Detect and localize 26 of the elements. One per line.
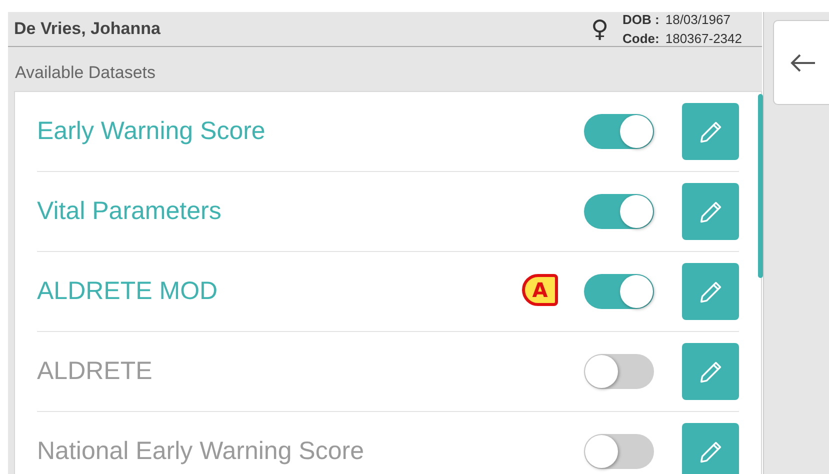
- edit-button[interactable]: [682, 423, 739, 474]
- toggle-switch[interactable]: [584, 194, 654, 229]
- dataset-name: ALDRETE: [37, 357, 152, 386]
- code-label: Code:: [622, 31, 660, 46]
- edit-button[interactable]: [682, 183, 739, 240]
- dataset-name: Early Warning Score: [37, 117, 266, 146]
- back-arrow-icon: [789, 52, 817, 72]
- toggle-switch[interactable]: [584, 434, 654, 469]
- patient-name: De Vries, Johanna: [14, 19, 162, 39]
- toggle-switch[interactable]: [584, 274, 654, 309]
- back-button[interactable]: [773, 20, 829, 105]
- dataset-name: National Early Warning Score: [37, 437, 364, 466]
- callout-marker: A: [522, 274, 558, 306]
- edit-button[interactable]: [682, 263, 739, 320]
- sex-symbol: ♀: [590, 15, 609, 43]
- dataset-name: Vital Parameters: [37, 197, 222, 226]
- scrollbar-thumb[interactable]: [758, 94, 763, 278]
- toggle-switch[interactable]: [584, 114, 654, 149]
- code-value: 180367-2342: [665, 31, 742, 46]
- dob-label: DOB :: [622, 12, 660, 27]
- dob-value: 18/03/1967: [665, 12, 730, 27]
- edit-button[interactable]: [682, 343, 739, 400]
- edit-button[interactable]: [682, 103, 739, 160]
- section-title: Available Datasets: [14, 62, 156, 84]
- toggle-switch[interactable]: [584, 354, 654, 389]
- dataset-name: ALDRETE MOD: [37, 277, 218, 306]
